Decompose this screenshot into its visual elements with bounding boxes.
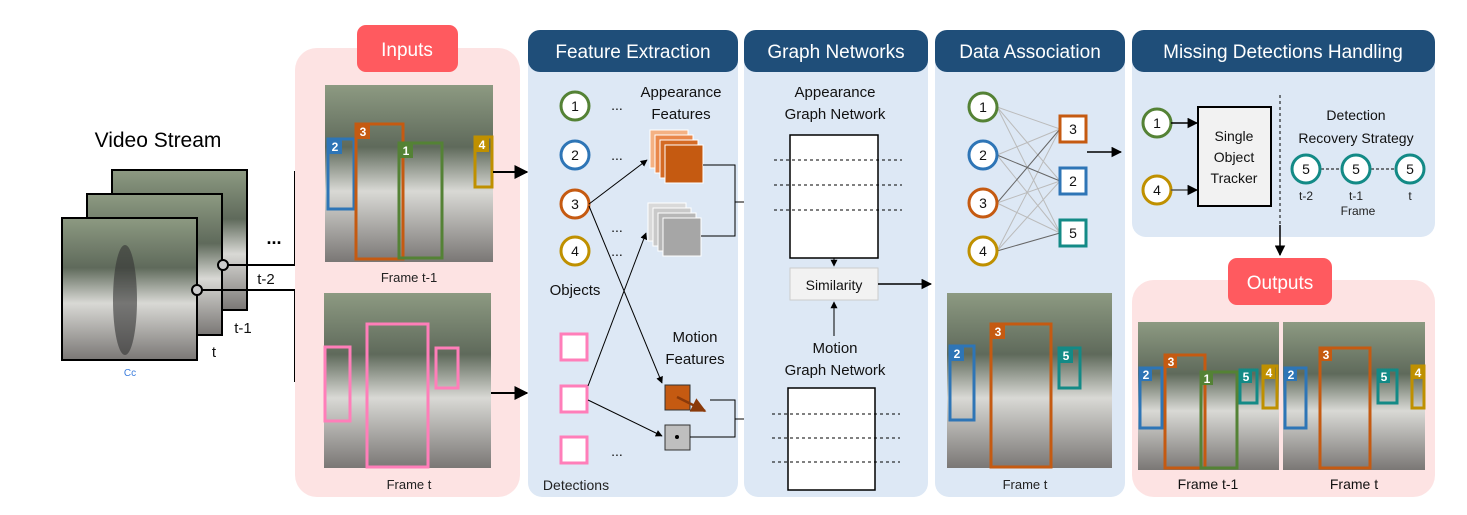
output-frame-cur — [1283, 322, 1425, 470]
diagram-label: ... — [611, 147, 623, 163]
tap-node — [217, 259, 229, 271]
diagram-label: 5 — [1243, 370, 1250, 384]
diagram-label: 2 — [979, 147, 987, 163]
diagram-label: 4 — [979, 243, 987, 259]
diagram-label: 4 — [479, 138, 486, 152]
feature-extraction-title: Feature Extraction — [555, 42, 710, 63]
diagram-label: 2 — [954, 347, 961, 361]
label-t-2: t-2 — [257, 271, 275, 288]
diagram-label: Recovery Strategy — [1298, 130, 1413, 146]
diagram-label: 5 — [1352, 161, 1360, 177]
diagram-label: 2 — [332, 140, 339, 154]
motion-graph-network — [787, 387, 876, 491]
diagram-label: Motion — [672, 329, 717, 346]
missing-detections-panel: Missing Detections Handling 1 4 Single O… — [1132, 30, 1435, 257]
diagram-label: 3 — [360, 125, 367, 139]
diagram-label: t-2 — [1299, 189, 1313, 203]
diagram-label: 3 — [1323, 348, 1330, 362]
diagram-label: ... — [611, 443, 623, 459]
data-association-panel: Data Association 1 2 3 4 3 2 5 2 3 5 Fra… — [935, 30, 1125, 497]
diagram-label: Frame t — [1003, 477, 1048, 492]
diagram-label: 1 — [571, 98, 579, 114]
data-association-title: Data Association — [959, 42, 1101, 63]
diagram-label: Features — [651, 106, 710, 123]
diagram-label: 5 — [1302, 161, 1310, 177]
caption: Cc — [124, 368, 136, 379]
diagram-label: Single — [1215, 128, 1254, 144]
diagram-label: Features — [665, 351, 724, 368]
frame-prev-label: Frame t-1 — [381, 270, 437, 285]
detection-nodes — [559, 332, 589, 465]
diagram-label: 1 — [1153, 115, 1161, 131]
diagram-label: t-1 — [1349, 189, 1363, 203]
diagram-label: 5 — [1406, 161, 1414, 177]
diagram-label: ... — [611, 97, 623, 113]
diagram-label: 2 — [1288, 368, 1295, 382]
diagram-label: 4 — [1266, 366, 1273, 380]
frame-cur-label: Frame t — [387, 477, 432, 492]
video-stream: Video Stream t-2 t-1 t ... Cc — [61, 129, 324, 388]
diagram-label: Detection — [1326, 107, 1385, 123]
diagram-label: 5 — [1381, 370, 1388, 384]
diagram-label: ... — [611, 219, 623, 235]
label-t-1: t-1 — [234, 320, 252, 337]
diagram-label: 5 — [1069, 225, 1077, 241]
diagram-label: Tracker — [1211, 170, 1258, 186]
diagram-label: Appearance — [641, 84, 722, 101]
diagram-label: 2 — [1143, 368, 1150, 382]
missing-detections-title: Missing Detections Handling — [1163, 42, 1403, 63]
diagram-label: Motion — [812, 340, 857, 357]
diagram-label: Appearance — [795, 84, 876, 101]
diagram-label: ... — [611, 243, 623, 259]
diagram-label: 1 — [403, 144, 410, 158]
appearance-graph-network — [789, 134, 879, 259]
diagram-label: Graph Network — [785, 362, 886, 379]
graph-networks-title: Graph Networks — [767, 42, 904, 63]
diagram-label: 4 — [1153, 182, 1161, 198]
ellipsis: ... — [266, 228, 281, 248]
diagram-label: 4 — [571, 243, 579, 259]
label-t: t — [212, 344, 217, 361]
tap-node — [191, 284, 203, 296]
diagram-label: Frame — [1341, 204, 1376, 218]
diagram-label: 1 — [979, 99, 987, 115]
diagram-label: 5 — [1063, 349, 1070, 363]
diagram-label: 3 — [1168, 355, 1175, 369]
diagram-label: 3 — [1069, 121, 1077, 137]
outputs-panel: Outputs 2 3 1 5 4 2 3 5 4 Frame t-1 Fram… — [1132, 258, 1435, 497]
diagram-label: 4 — [1415, 366, 1422, 380]
diagram-label: Object — [1214, 149, 1255, 165]
diagram-label: Graph Network — [785, 106, 886, 123]
inputs-label: Inputs — [381, 40, 433, 61]
diagram-label: Frame t-1 — [1178, 476, 1239, 492]
detections-label: Detections — [543, 477, 609, 493]
outputs-label: Outputs — [1247, 273, 1314, 294]
frame-prev-image — [325, 85, 493, 262]
diagram-label: 1 — [1204, 372, 1211, 386]
diagram-label: Similarity — [806, 277, 863, 293]
diagram-label: 3 — [995, 325, 1002, 339]
inputs-panel: Inputs 2 3 1 4 Frame t-1 Frame t — [295, 25, 529, 497]
diagram-label: 2 — [1069, 173, 1077, 189]
person-silhouette — [113, 245, 137, 355]
diagram-label: 2 — [571, 147, 579, 163]
tracking-pipeline-diagram: Video Stream t-2 t-1 t ... Cc Inputs 2 3… — [61, 25, 1435, 497]
video-stream-title: Video Stream — [95, 129, 222, 152]
feature-extraction-panel: Feature Extraction 1 2 3 4 ... ... ... O… — [528, 30, 773, 497]
graph-networks-panel: Graph Networks Appearance Graph Network … — [744, 30, 933, 497]
diagram-label: Frame t — [1330, 476, 1378, 492]
diagram-label: 3 — [571, 196, 579, 212]
objects-label: Objects — [550, 282, 601, 299]
diagram-label: 3 — [979, 195, 987, 211]
association-frame-image — [947, 293, 1112, 468]
